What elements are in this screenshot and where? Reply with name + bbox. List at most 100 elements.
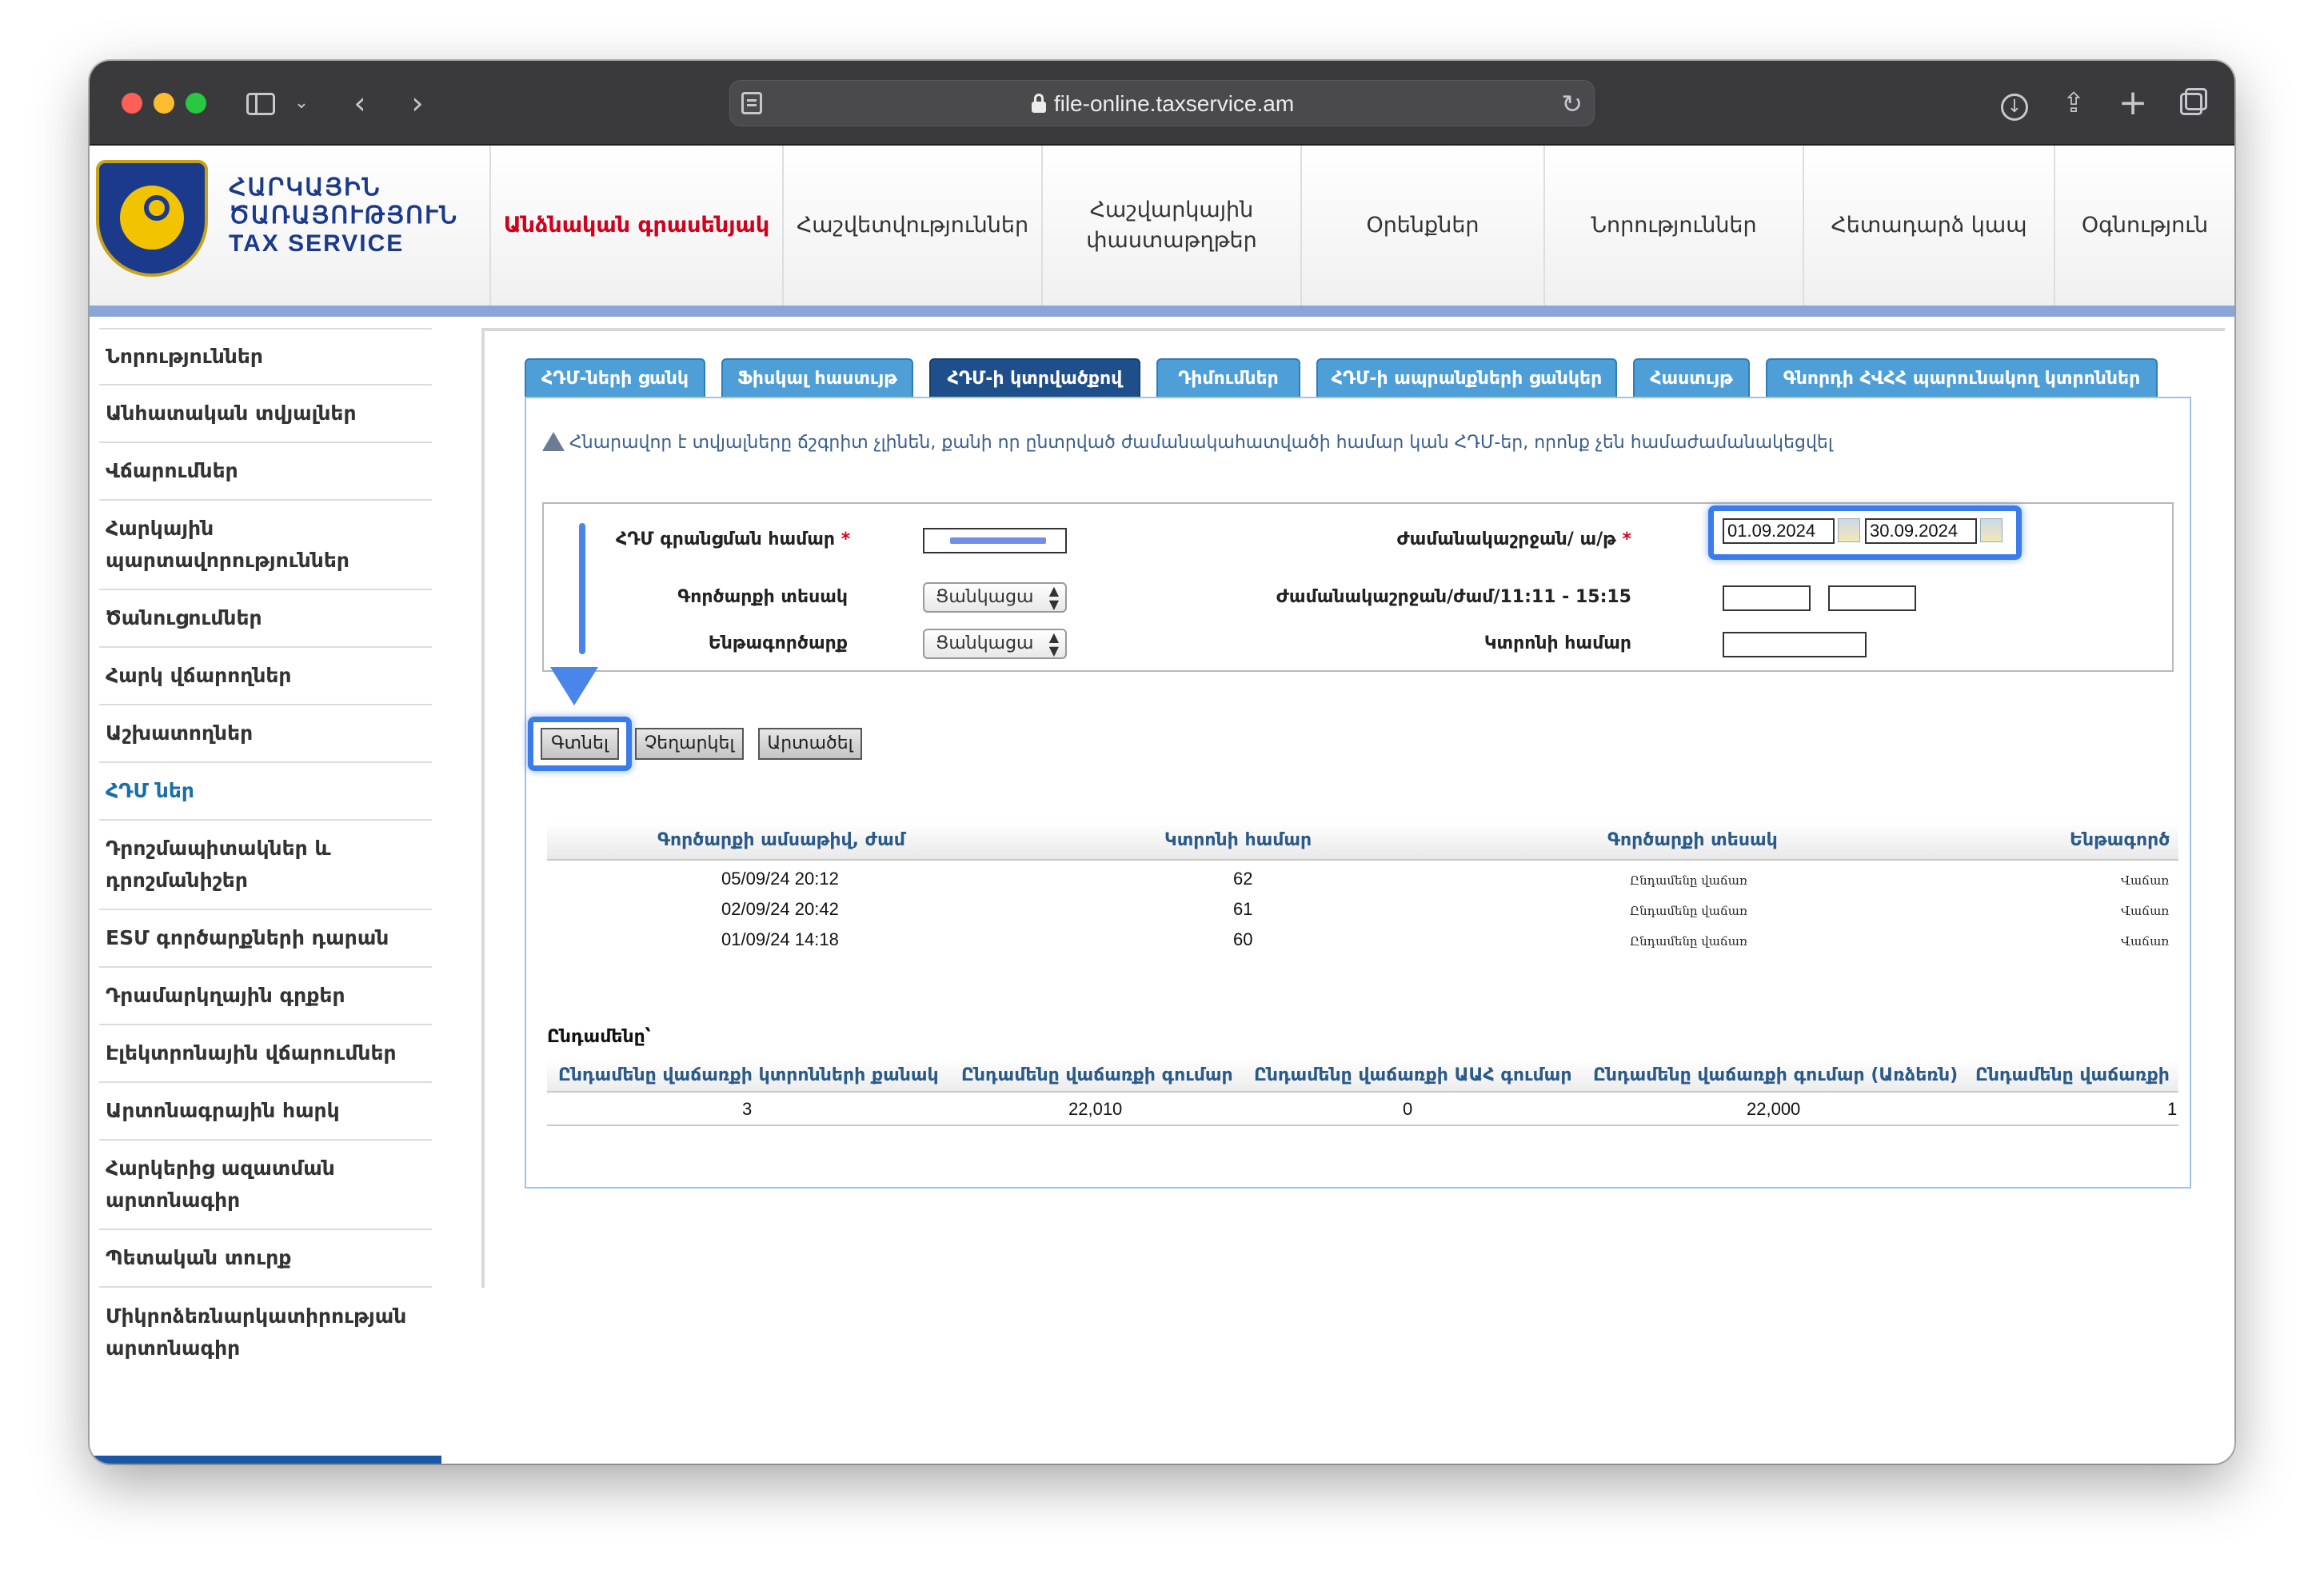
tab-report[interactable]: Հաստւյթ: [1633, 358, 1750, 397]
tab-cash-register-list[interactable]: ՀԴՄ-ների ցանկ: [525, 358, 705, 397]
sidebar-item-label: արտոնագիր: [106, 1336, 241, 1360]
sidebar-item-payments[interactable]: Վճարումներ: [99, 443, 432, 501]
new-tab-icon[interactable]: +: [2114, 82, 2151, 125]
tab-label: Գնորդի ՀՎՀՀ պարունակող կտրոններ: [1783, 369, 2141, 389]
sidebar-item-electronic-payments[interactable]: Էլեկտրոնային վճարումներ: [99, 1025, 432, 1083]
total-cash-amount: 22,000: [1747, 1099, 1801, 1119]
nav-item-label: Նորություններ: [1591, 213, 1757, 238]
nav-item-laws[interactable]: Օրենքներ: [1300, 146, 1543, 306]
sidebar-item-notifications[interactable]: Ծանուցումներ: [99, 590, 432, 648]
zoom-window-button[interactable]: [186, 93, 206, 114]
tab-applications[interactable]: Դիմումներ: [1156, 358, 1300, 397]
date-range-highlight: [1708, 505, 2022, 560]
sidebar-item-label: Արտոնագրային հարկ: [106, 1099, 340, 1122]
cell-type: Ընդամենը վաճառ: [1630, 934, 1747, 949]
time-to-input[interactable]: [1828, 585, 1916, 611]
main-panel: ՀԴՄ-ների ցանկ Ֆիսկալ հաստւյթ ՀԴՄ-ի կտրվա…: [481, 328, 2225, 1288]
operation-type-label: Գործարքի տեսակ: [616, 587, 848, 607]
totals-column-header: Ընդամենը վաճառքի գումար: [961, 1065, 1233, 1085]
reload-icon[interactable]: ↻: [1561, 86, 1583, 122]
sidebar-item-personal-data[interactable]: Անհատական տվյալներ: [99, 386, 432, 443]
minimize-window-button[interactable]: [154, 93, 174, 114]
sidebar: Նորություններ Անհատական տվյալներ Վճարում…: [90, 328, 441, 1464]
cell-receipt: 60: [1233, 929, 1253, 949]
nav-item-feedback[interactable]: Հետադարձ կապ: [1803, 146, 2054, 306]
sidebar-item-license-tax[interactable]: Արտոնագրային հարկ: [99, 1083, 432, 1141]
sidebar-item-micro-business-license[interactable]: Միկրոձեռնարկատիրության արտոնագիր: [99, 1288, 432, 1377]
sidebar-item-state-duty[interactable]: Պետական տուրք: [99, 1230, 432, 1288]
reg-number-input[interactable]: [923, 528, 1067, 553]
sidebar-item-tax-liabilities[interactable]: Հարկային պարտավորություններ: [99, 501, 432, 590]
tab-label: Դիմումներ: [1178, 369, 1279, 389]
tab-fiscal-report[interactable]: Ֆիսկալ հաստւյթ: [721, 358, 913, 397]
select-arrows-icon: ▲ ▼: [1048, 629, 1059, 658]
sidebar-item-cash-books[interactable]: Դրամարկղային գրքեր: [99, 968, 432, 1025]
tab-overview-icon[interactable]: [2174, 82, 2210, 125]
cell-sub: Վաճառ: [2121, 873, 2170, 888]
column-header[interactable]: Ենթագործ: [2070, 830, 2170, 850]
content-box: Հնարավոր է տվյալները ճշգրիտ չլինեն, քանի…: [525, 397, 2191, 1188]
nav-item-accounting-documents[interactable]: Հաշվարկային փաստաթղթեր: [1041, 146, 1300, 306]
nav-item-help[interactable]: Օգնություն: [2054, 146, 2234, 306]
address-bar-url[interactable]: file-online.taxservice.am: [730, 81, 1595, 127]
lock-icon: [1031, 94, 1046, 113]
close-window-button[interactable]: [122, 93, 142, 114]
sidebar-item-label: ESՄ գործարքների դարան: [106, 926, 389, 949]
sidebar-item-label: Նորություններ: [106, 345, 263, 368]
totals-title: Ընդամենը՝: [547, 1027, 651, 1047]
site-logo-text[interactable]: ՀԱՐԿԱՅԻՆ ԾԱՌԱՅՈՒԹՅՈՒՆ TAX SERVICE: [229, 174, 458, 258]
time-from-input[interactable]: [1723, 585, 1811, 611]
suboperation-label: Ենթագործարք: [616, 633, 848, 653]
cell-type: Ընդամենը վաճառ: [1630, 873, 1747, 888]
receipt-number-input[interactable]: [1723, 632, 1867, 657]
required-mark: *: [1622, 529, 1631, 549]
sidebar-item-excise-stamps[interactable]: Դրոշմապիտակներ և դրոշմանիշեր: [99, 821, 432, 910]
column-header[interactable]: Գործարքի ամսաթիվ, ժամ: [657, 830, 905, 850]
sidebar-item-label: ՀԴՄ ներ: [106, 779, 194, 802]
cell-datetime: 05/09/24 20:12: [721, 869, 839, 889]
cell-receipt: 62: [1233, 869, 1253, 889]
forward-arrow-icon[interactable]: ›: [401, 82, 433, 125]
nav-item-personal-office[interactable]: Անձնական գրասենյակ: [489, 146, 782, 306]
cancel-button[interactable]: Չեղարկել: [635, 728, 744, 760]
tax-service-emblem-icon[interactable]: [96, 160, 208, 277]
share-icon[interactable]: ⇪: [2055, 82, 2092, 125]
logo-line-2: ԾԱՌԱՅՈՒԹՅՈՒՆ: [229, 202, 459, 229]
label-text: Գործարքի տեսակ: [677, 587, 848, 607]
column-header[interactable]: Կտրոնի համար: [1164, 830, 1312, 850]
sidebar-item-cash-registers[interactable]: ՀԴՄ ներ: [99, 763, 432, 821]
sidebar-toggle-icon[interactable]: [243, 82, 278, 125]
downloads-icon[interactable]: ↓: [1996, 82, 2033, 125]
address-bar[interactable]: file-online.taxservice.am ↻: [729, 80, 1595, 126]
sidebar-item-tax-exemption-license[interactable]: Հարկերից ազատման արտոնագիր: [99, 1141, 432, 1230]
cell-sub: Վաճառ: [2121, 934, 2170, 949]
operation-type-select[interactable]: Ցանկացա ▲ ▼: [923, 582, 1067, 613]
chevron-down-icon[interactable]: ⌄: [290, 82, 313, 125]
sidebar-item-taxpayers[interactable]: Հարկ վճարողներ: [99, 648, 432, 705]
sidebar-item-label: Հարկերից ազատման: [106, 1157, 335, 1180]
sidebar-item-news[interactable]: Նորություններ: [99, 328, 432, 386]
totals-column-header: Ընդամենը վաճառքի ԱԱՀ գումար: [1254, 1065, 1572, 1085]
tab-label: ՀԴՄ-ի ապրանքների ցանկեր: [1331, 369, 1603, 389]
nav-item-news[interactable]: Նորություններ: [1543, 146, 1803, 306]
nav-item-label: փաստաթղթեր: [1086, 228, 1257, 253]
tab-by-cash-register[interactable]: ՀԴՄ-ի կտրվածքով: [929, 358, 1140, 397]
browser-window: ⌄ ‹ › file-online.taxservice.am ↻ ↓ ⇪ + …: [90, 61, 2234, 1464]
results-header: Գործարքի ամսաթիվ, ժամ Կտրոնի համար Գործա…: [547, 822, 2178, 861]
nav-item-label: Անձնական գրասենյակ: [503, 213, 770, 238]
back-arrow-icon[interactable]: ‹: [344, 82, 376, 125]
sidebar-item-label: դրոշմանիշեր: [106, 869, 248, 892]
reg-number-label: ՀԴՄ գրանցման համար *: [616, 529, 850, 549]
nav-item-reports[interactable]: Հաշվետվություններ: [782, 146, 1041, 306]
sidebar-item-label: Ծանուցումներ: [106, 606, 262, 629]
sidebar-item-label: Վճարումներ: [106, 459, 238, 482]
sidebar-item-label: Հարկ վճարողներ: [106, 664, 292, 687]
export-button[interactable]: Արտածել: [758, 728, 862, 760]
suboperation-select[interactable]: Ցանկացա ▲ ▼: [923, 629, 1067, 659]
tab-buyer-tin-receipts[interactable]: Գնորդի ՀՎՀՀ պարունակող կտրոններ: [1766, 358, 2158, 397]
column-header[interactable]: Գործարքի տեսակ: [1607, 830, 1778, 850]
sidebar-item-transactions-archive[interactable]: ESՄ գործարքների դարան: [99, 910, 432, 968]
tab-product-lists[interactable]: ՀԴՄ-ի ապրանքների ցանկեր: [1316, 358, 1617, 397]
tab-label: ՀԴՄ-ի կտրվածքով: [947, 369, 1123, 389]
sidebar-item-employees[interactable]: Աշխատողներ: [99, 705, 432, 763]
